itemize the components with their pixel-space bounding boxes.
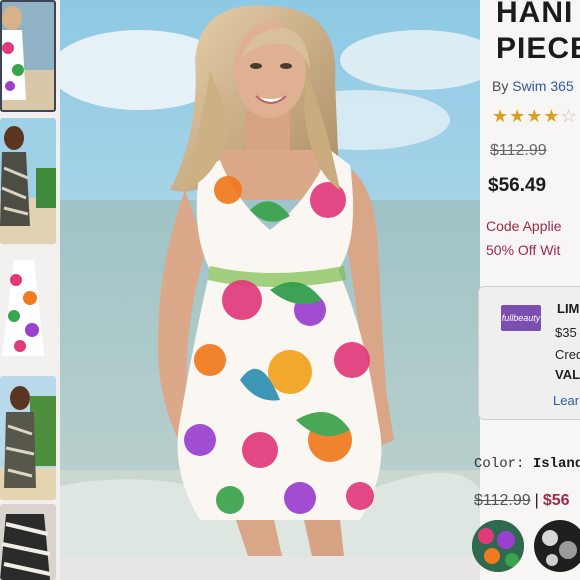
variant-original-price: $112.99 <box>474 492 531 509</box>
promo-card-title: LIM <box>557 301 580 316</box>
product-title-line1: HANI <box>496 0 574 29</box>
promo-card: fullbeauty LIM $35 Cred VAL Lear <box>478 286 580 420</box>
product-hero-image[interactable] <box>60 0 480 556</box>
color-label: Color: Island I <box>474 456 580 472</box>
product-title-line2: PIECE <box>496 32 580 65</box>
model-photo <box>60 0 480 556</box>
sale-price: $56.49 <box>488 175 547 196</box>
price-separator: | <box>534 492 539 509</box>
original-price: $112.99 <box>490 142 547 159</box>
promo-text-line2: 50% Off Wit <box>486 242 561 258</box>
brand-prefix: By <box>492 78 509 94</box>
swatch-island-floral-icon <box>472 520 524 572</box>
variant-sale-price: $56 <box>542 492 570 509</box>
thumbnail-1-image <box>0 0 56 112</box>
thumbnail-5-image <box>0 504 56 580</box>
thumbnail-4[interactable] <box>0 376 56 500</box>
promo-card-line1: $35 <box>555 325 577 340</box>
thumbnail-5[interactable] <box>0 504 56 580</box>
thumbnail-2[interactable] <box>0 118 56 244</box>
color-label-prefix: Color: <box>474 456 525 472</box>
learn-more-link[interactable]: Lear <box>553 393 579 408</box>
swatch-black-floral-icon <box>534 520 580 572</box>
variant-prices: $112.99 | $56 <box>474 492 570 510</box>
rating-stars[interactable]: ★★★★☆ <box>492 106 578 127</box>
thumbnail-4-image <box>0 376 56 500</box>
star-empty-icon: ☆ <box>560 106 578 126</box>
promo-text-line1: Code Applie <box>486 218 562 234</box>
brand-link[interactable]: Swim 365 <box>512 78 573 94</box>
brand-byline: By Swim 365 <box>492 78 574 94</box>
stars-filled-icon: ★★★★ <box>492 106 561 126</box>
thumbnail-2-image <box>0 118 56 244</box>
thumbnail-rail <box>0 0 60 580</box>
selected-color-name: Island I <box>532 456 580 472</box>
swatch-island-floral[interactable] <box>472 520 524 572</box>
thumbnail-3-image <box>0 250 56 370</box>
thumbnail-1[interactable] <box>0 0 56 112</box>
promo-card-line3: VAL <box>555 367 580 382</box>
fullbeauty-logo: fullbeauty <box>501 305 541 331</box>
swatch-black-floral[interactable] <box>534 520 580 572</box>
promo-card-line2: Cred <box>555 347 580 362</box>
thumbnail-3[interactable] <box>0 250 56 370</box>
